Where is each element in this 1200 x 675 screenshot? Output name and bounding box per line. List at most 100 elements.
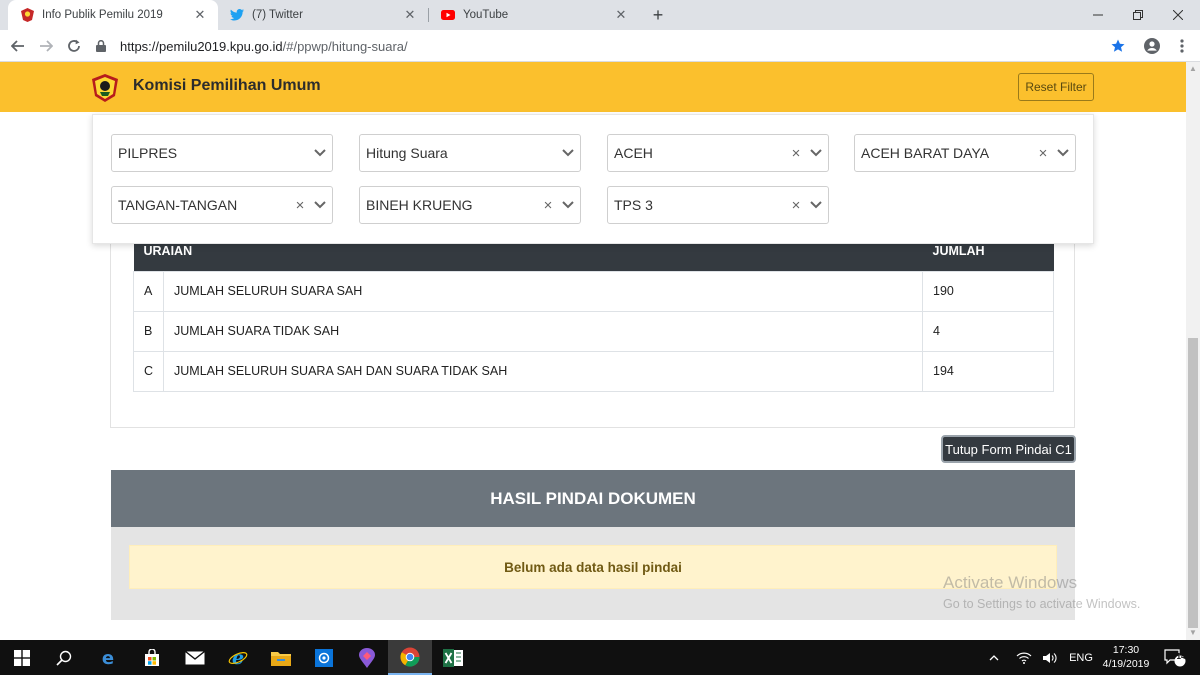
excel-icon[interactable] (431, 640, 475, 675)
tab-twitter[interactable]: (7) Twitter ✕ (218, 0, 428, 30)
svg-text:e: e (102, 648, 114, 668)
mail-icon[interactable] (173, 640, 217, 675)
election-type-select[interactable]: PILPRES (111, 134, 333, 172)
chevron-down-icon (556, 149, 580, 157)
tps-select[interactable]: TPS 3 × (607, 186, 829, 224)
windows-start-icon[interactable] (0, 640, 44, 675)
tab-close-icon[interactable]: ✕ (192, 7, 208, 23)
new-tab-button[interactable]: + (648, 4, 668, 26)
back-arrow-icon[interactable] (6, 34, 30, 58)
tab-close-icon[interactable]: ✕ (613, 7, 629, 23)
row-label: JUMLAH SUARA TIDAK SAH (163, 310, 923, 352)
browser-tab-strip: Info Publik Pemilu 2019 ✕ (7) Twitter ✕ … (0, 0, 1200, 30)
watermark-subtitle: Go to Settings to activate Windows. (943, 597, 1141, 611)
select-value: ACEH BARAT DAYA (861, 145, 990, 161)
notification-count: 14 (1176, 652, 1186, 661)
table-row: A JUMLAH SELURUH SUARA SAH 190 (132, 270, 1054, 312)
activate-windows-watermark: Activate Windows Go to Settings to activ… (943, 573, 1140, 611)
filter-panel: PILPRES Hitung Suara ACEH × ACEH BARAT D… (92, 114, 1094, 244)
watermark-title: Activate Windows (943, 573, 1078, 592)
scroll-up-icon[interactable]: ▲ (1186, 62, 1200, 76)
taskbar-clock[interactable]: 17:30 4/19/2019 (1098, 643, 1154, 671)
address-bar[interactable]: https://pemilu2019.kpu.go.id/#/ppwp/hitu… (96, 32, 1136, 60)
tab-youtube[interactable]: YouTube ✕ (429, 0, 639, 30)
clear-icon[interactable]: × (1035, 145, 1051, 162)
table-row: C JUMLAH SELURUH SUARA SAH DAN SUARA TID… (132, 350, 1054, 392)
row-label: JUMLAH SELURUH SUARA SAH DAN SUARA TIDAK… (163, 350, 923, 392)
youtube-icon (441, 8, 455, 22)
internet-explorer-icon[interactable]: e (216, 640, 260, 675)
row-index: B (132, 310, 165, 352)
forward-arrow-icon[interactable] (34, 34, 58, 58)
restore-icon[interactable] (1118, 0, 1158, 30)
select-value: TPS 3 (614, 197, 653, 213)
window-close-icon[interactable] (1158, 0, 1198, 30)
tab-label: (7) Twitter (252, 9, 303, 21)
store-icon[interactable] (130, 640, 174, 675)
menu-dots-icon[interactable] (1170, 34, 1194, 58)
kpu-favicon-icon (20, 8, 34, 22)
action-center-icon[interactable]: 14 (1158, 640, 1192, 675)
select-value: Hitung Suara (366, 145, 448, 161)
edge-browser-icon[interactable]: e (86, 640, 130, 675)
scroll-down-icon[interactable]: ▼ (1186, 626, 1200, 640)
vote-summary-table: URAIAN JUMLAH A JUMLAH SELURUH SUARA SAH… (132, 241, 1054, 392)
view-type-select[interactable]: Hitung Suara (359, 134, 581, 172)
clear-icon[interactable]: × (540, 197, 556, 214)
twitter-icon (230, 8, 244, 22)
select-value: BINEH KRUENG (366, 197, 473, 213)
reset-filter-button[interactable]: Reset Filter (1018, 73, 1094, 101)
url-host: https://pemilu2019.kpu.go.id (120, 38, 283, 54)
minimize-icon[interactable] (1078, 0, 1118, 30)
row-index: C (132, 350, 165, 392)
tray-expand-icon[interactable] (984, 640, 1004, 675)
site-title: Komisi Pemilihan Umum (133, 77, 321, 94)
url-path: /#/ppwp/hitung-suara/ (282, 38, 408, 54)
scroll-thumb[interactable] (1188, 338, 1198, 628)
camera-app-icon[interactable] (302, 640, 346, 675)
language-indicator[interactable]: ENG (1065, 640, 1097, 675)
tab-label: YouTube (463, 9, 509, 21)
maps-pin-icon[interactable] (345, 640, 389, 675)
page-scrollbar[interactable]: ▲ ▼ (1186, 62, 1200, 640)
browser-toolbar: https://pemilu2019.kpu.go.id/#/ppwp/hitu… (0, 30, 1200, 62)
district-select[interactable]: TANGAN-TANGAN × (111, 186, 333, 224)
bookmark-star-icon[interactable] (1106, 34, 1130, 58)
search-icon[interactable] (42, 640, 86, 675)
tab-label: Info Publik Pemilu 2019 (42, 9, 163, 21)
clear-icon[interactable]: × (788, 197, 804, 214)
close-scan-form-button[interactable]: Tutup Form Pindai C1 (941, 435, 1076, 463)
regency-select[interactable]: ACEH BARAT DAYA × (854, 134, 1076, 172)
results-card: URAIAN JUMLAH A JUMLAH SELURUH SUARA SAH… (110, 212, 1075, 428)
table-row: B JUMLAH SUARA TIDAK SAH 4 (132, 310, 1054, 352)
profile-icon[interactable] (1140, 34, 1164, 58)
table-header-row: URAIAN JUMLAH (133, 241, 1054, 271)
clear-icon[interactable]: × (292, 197, 308, 214)
column-header-jumlah: JUMLAH (922, 241, 1054, 271)
chevron-down-icon (308, 149, 332, 157)
file-explorer-icon[interactable] (259, 640, 303, 675)
clear-icon[interactable]: × (788, 145, 804, 162)
wifi-icon[interactable] (1013, 640, 1035, 675)
chevron-down-icon (1051, 149, 1075, 157)
volume-icon[interactable] (1039, 640, 1061, 675)
row-value: 4 (922, 310, 1054, 352)
scan-section-title: HASIL PINDAI DOKUMEN (111, 470, 1075, 527)
svg-text:e: e (232, 648, 244, 668)
select-value: TANGAN-TANGAN (118, 197, 238, 213)
reload-icon[interactable] (62, 34, 86, 58)
row-index: A (132, 270, 165, 312)
village-select[interactable]: BINEH KRUENG × (359, 186, 581, 224)
chevron-down-icon (308, 201, 332, 209)
kpu-logo-icon (92, 74, 118, 102)
tab-info-publik[interactable]: Info Publik Pemilu 2019 ✕ (8, 0, 218, 30)
chevron-down-icon (556, 201, 580, 209)
tab-close-icon[interactable]: ✕ (402, 7, 418, 23)
row-value: 194 (922, 350, 1054, 392)
chrome-icon[interactable] (388, 640, 432, 675)
row-value: 190 (922, 270, 1054, 312)
windows-taskbar: e e ENG 17:30 4/19/2019 14 (0, 640, 1200, 675)
select-value: PILPRES (118, 145, 178, 161)
province-select[interactable]: ACEH × (607, 134, 829, 172)
site-header: Komisi Pemilihan Umum Reset Filter (0, 62, 1186, 112)
